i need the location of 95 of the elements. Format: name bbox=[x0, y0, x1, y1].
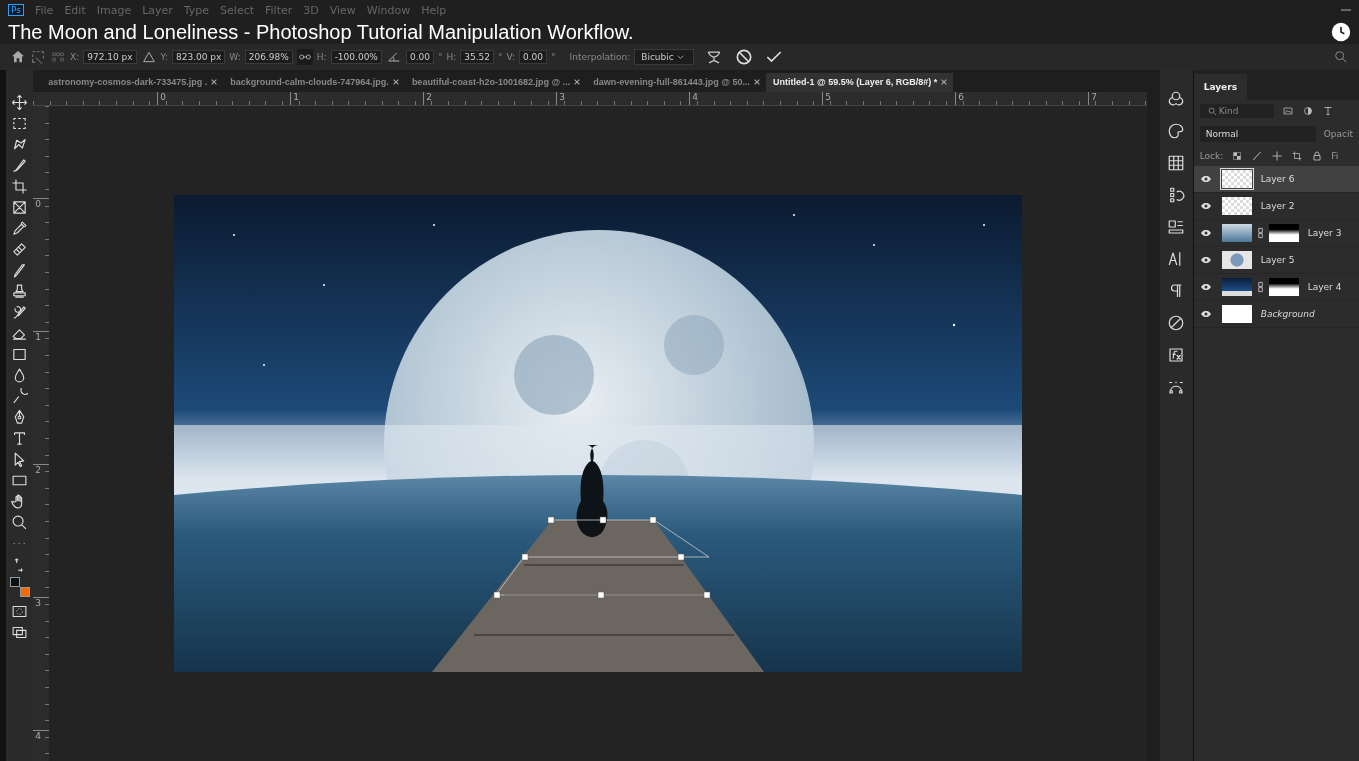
video-title: The Moon and Loneliness - Photoshop Tutorial Manipulation Workflow. bbox=[8, 20, 634, 44]
interpolation-label: Interpolation: bbox=[569, 52, 631, 62]
field-label: H: bbox=[316, 52, 327, 62]
eye-icon[interactable] bbox=[1199, 308, 1212, 320]
degree-unit: ° bbox=[498, 52, 503, 62]
layer-name: Layer 5 bbox=[1260, 255, 1295, 265]
field-label: V: bbox=[506, 52, 515, 62]
layer-name: Layer 3 bbox=[1307, 228, 1342, 238]
close-icon[interactable] bbox=[940, 78, 949, 86]
value-field[interactable]: -100.00% bbox=[330, 50, 382, 64]
value-field[interactable]: 0.00 bbox=[519, 50, 548, 64]
document-tab[interactable]: dawn-evening-full-861443.jpg @ 50... bbox=[586, 73, 767, 92]
fx-icon[interactable] bbox=[1167, 346, 1186, 364]
chain-link-icon[interactable] bbox=[1256, 280, 1264, 294]
eye-icon[interactable] bbox=[1199, 173, 1212, 185]
layers-tab[interactable]: Layers bbox=[1193, 74, 1247, 100]
opacity-label: Opacit bbox=[1323, 129, 1353, 139]
frame-icon[interactable] bbox=[11, 199, 29, 216]
bandage-icon[interactable] bbox=[11, 241, 29, 258]
layer-name: Background bbox=[1260, 309, 1315, 319]
document-tab[interactable]: astronomy-cosmos-dark-733475.jpg . bbox=[41, 73, 224, 92]
search-icon[interactable] bbox=[1333, 49, 1349, 65]
screen-mode-icon[interactable] bbox=[11, 624, 29, 641]
value-field[interactable]: 35.52 bbox=[460, 50, 495, 64]
value-field[interactable]: 823.00 px bbox=[171, 50, 226, 64]
field-label: Y: bbox=[160, 52, 168, 62]
degree-unit: ° bbox=[551, 52, 556, 62]
history-icon[interactable] bbox=[1167, 186, 1186, 204]
field-label: X: bbox=[70, 52, 80, 62]
value-field[interactable]: 972.10 px bbox=[83, 50, 137, 64]
caret-icon bbox=[675, 53, 685, 62]
value-field[interactable]: 206.98% bbox=[244, 50, 293, 64]
ruler-number: 3 bbox=[556, 92, 690, 105]
layer-row[interactable]: Background bbox=[1193, 301, 1359, 328]
close-icon[interactable] bbox=[573, 78, 582, 86]
kind-filter-field[interactable]: Kind bbox=[1199, 104, 1274, 118]
palette-icon[interactable] bbox=[1167, 122, 1186, 140]
crop-icon[interactable] bbox=[11, 178, 29, 195]
stamp-icon[interactable] bbox=[11, 283, 29, 300]
search-icon bbox=[1207, 107, 1217, 116]
close-icon[interactable] bbox=[391, 78, 400, 86]
checker-icon[interactable] bbox=[1231, 150, 1244, 162]
ruler-number: 6 bbox=[955, 92, 1089, 105]
layer-row[interactable]: Layer 6 bbox=[1193, 166, 1359, 193]
grid-icon[interactable] bbox=[1167, 154, 1186, 172]
blend-mode-dropdown[interactable]: Normal bbox=[1199, 126, 1316, 142]
triangle-icon[interactable] bbox=[140, 49, 157, 65]
chain-link-icon[interactable] bbox=[1256, 226, 1264, 240]
layer-name: Layer 2 bbox=[1260, 201, 1295, 211]
home-icon[interactable] bbox=[10, 49, 26, 65]
eye-icon[interactable] bbox=[1199, 227, 1212, 239]
app-logo: Ps bbox=[8, 4, 24, 16]
ruler-number: 5 bbox=[822, 92, 956, 105]
transform-tool-icon[interactable] bbox=[30, 49, 46, 65]
degree-unit: ° bbox=[437, 52, 443, 62]
layer-row[interactable]: Layer 3 bbox=[1193, 220, 1359, 247]
ruler-number: 4 bbox=[689, 92, 823, 105]
link-icon[interactable] bbox=[296, 49, 313, 65]
layer-name: Layer 4 bbox=[1307, 282, 1342, 292]
layer-row[interactable]: Layer 5 bbox=[1193, 247, 1359, 274]
value-field[interactable]: 0.00 bbox=[405, 50, 434, 64]
eye-icon[interactable] bbox=[1199, 254, 1212, 266]
layer-name: Layer 6 bbox=[1260, 174, 1295, 184]
crop-icon[interactable] bbox=[1291, 150, 1304, 162]
field-label: H: bbox=[446, 52, 457, 62]
close-icon[interactable] bbox=[753, 78, 762, 86]
transform-handles[interactable] bbox=[494, 516, 711, 599]
field-label: W: bbox=[229, 52, 241, 62]
marquee-icon[interactable] bbox=[11, 115, 29, 132]
ruler-number: 2 bbox=[423, 92, 557, 105]
layer-row[interactable]: Layer 4 bbox=[1193, 274, 1359, 301]
zoom-icon[interactable] bbox=[11, 514, 29, 531]
clock-icon[interactable] bbox=[1331, 22, 1351, 42]
lock-label: Lock: bbox=[1199, 151, 1224, 161]
half-circle-icon[interactable] bbox=[1301, 105, 1314, 117]
document-tab[interactable]: background-calm-clouds-747964.jpg. bbox=[223, 73, 405, 92]
fill-label: Fi bbox=[1331, 151, 1339, 161]
eye-icon[interactable] bbox=[1199, 200, 1212, 212]
ruler-number: 1 bbox=[290, 92, 424, 105]
color-wheel-icon[interactable] bbox=[1167, 90, 1186, 108]
close-icon[interactable] bbox=[210, 78, 219, 86]
color-swatch[interactable] bbox=[9, 577, 20, 587]
cube-list-icon[interactable] bbox=[1167, 218, 1186, 236]
eye-icon[interactable] bbox=[1199, 281, 1212, 293]
move-icon[interactable] bbox=[11, 94, 29, 111]
quick-mask-icon[interactable] bbox=[11, 603, 29, 620]
eyedropper-icon[interactable] bbox=[11, 220, 29, 237]
document-tab[interactable]: Untitled-1 @ 59.5% (Layer 6, RGB/8#) * bbox=[766, 73, 954, 92]
color-swatch[interactable] bbox=[19, 587, 30, 597]
image-filter-icon[interactable] bbox=[1281, 105, 1294, 117]
document-tab[interactable]: beautiful-coast-h2o-1001682.jpg @ ... bbox=[404, 73, 587, 92]
lock-icon[interactable] bbox=[1311, 150, 1324, 162]
interpolation-dropdown[interactable]: Bicubic bbox=[634, 49, 694, 65]
layer-row[interactable]: Layer 2 bbox=[1193, 193, 1359, 220]
ruler-number: 0 bbox=[157, 92, 291, 105]
